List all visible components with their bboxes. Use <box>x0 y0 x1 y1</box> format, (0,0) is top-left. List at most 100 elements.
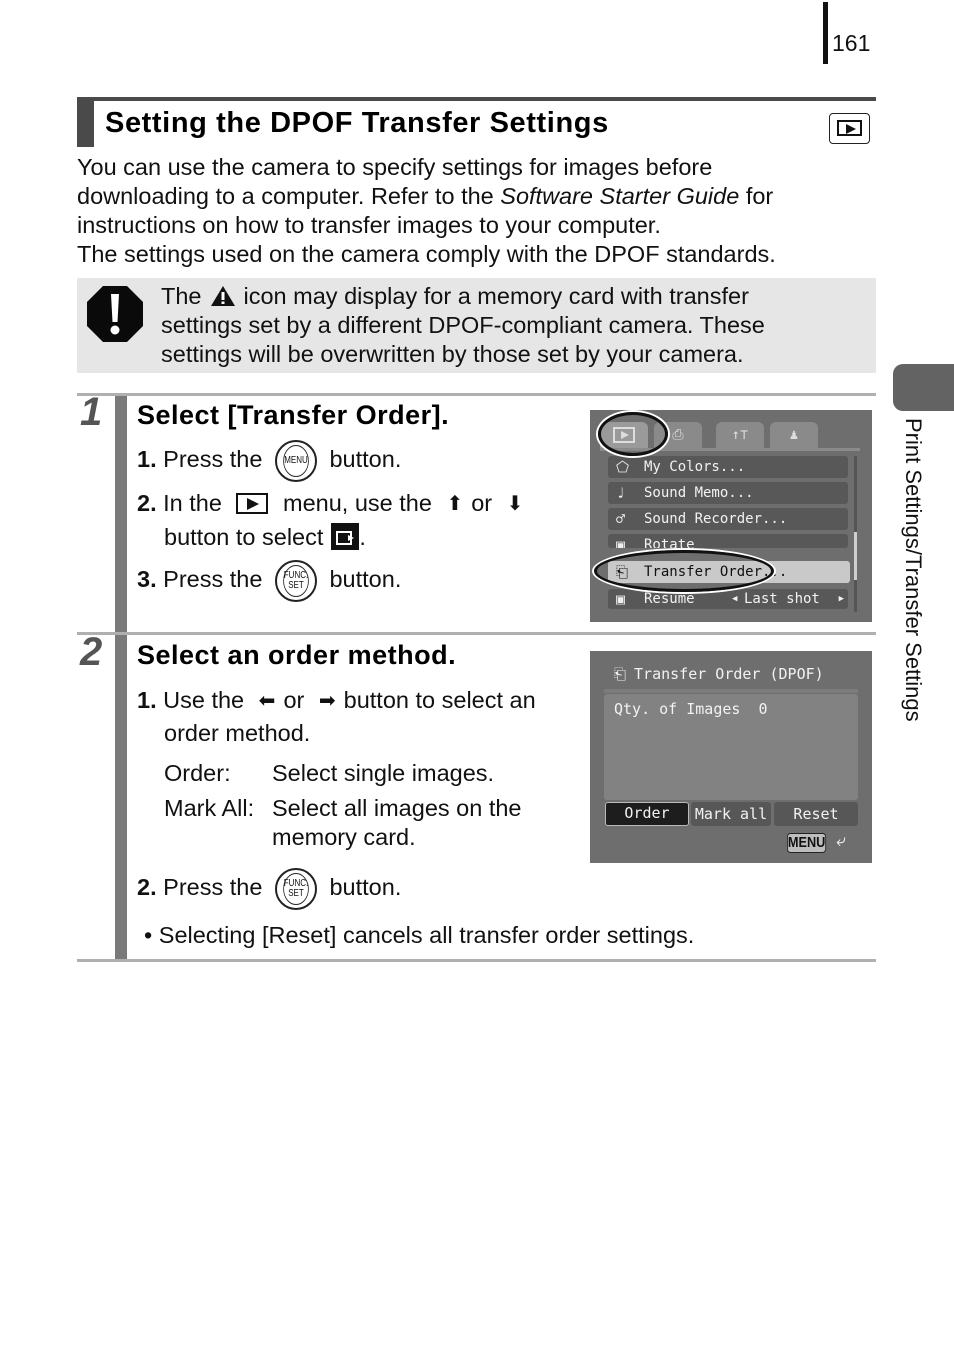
caution-text-part: The <box>161 283 202 309</box>
step-divider <box>77 632 876 635</box>
caution-line: settings will be overwritten by those se… <box>161 341 744 367</box>
instruction-number: 2. <box>137 490 157 516</box>
instruction-text: or <box>283 687 305 713</box>
return-icon: ⤶ <box>836 831 846 851</box>
instruction-line: 2. In the menu, use the ⬆ or ⬇ <box>137 488 531 519</box>
intro-text: downloading to a computer. Refer to the <box>77 183 501 209</box>
instruction-number: 1. <box>137 446 157 473</box>
qty-readout: Qty. of Images 0 <box>614 700 768 718</box>
instruction-text: Use the <box>163 687 245 713</box>
definition-order: Order: Select single images. <box>164 758 494 788</box>
right-arrow-icon: ➡ <box>318 690 336 712</box>
section-header: Setting the DPOF Transfer Settings <box>77 97 876 147</box>
definition-term: Mark All: <box>164 795 255 821</box>
page-title: Setting the DPOF Transfer Settings <box>105 107 609 139</box>
caution-text-part: icon may display for a memory card with … <box>243 283 749 309</box>
instruction-line: button to select. <box>164 522 366 552</box>
instruction-text: In the <box>163 490 222 516</box>
instruction-line: 1. Press the MENU button. <box>137 440 401 482</box>
instruction-line: 2. Press the FUNC. SET button. <box>137 868 401 910</box>
menu-item-label: Rotate <box>644 537 695 548</box>
playback-menu-icon <box>236 493 269 514</box>
transfer-order-icon <box>331 523 360 550</box>
menu-button-icon: MENU <box>274 440 317 482</box>
menu-item-resume[interactable]: ▣ Resume ◀ Last shot ▶ <box>608 589 848 609</box>
my-camera-icon: ♟ <box>789 427 799 443</box>
instruction-line: order method. <box>164 720 311 746</box>
reset-button[interactable]: Reset <box>774 802 858 826</box>
camera-screen-transfer-order: ⎗ Transfer Order (DPOF) Qty. of Images 0 … <box>590 651 872 863</box>
bullet-icon: • <box>144 922 153 948</box>
intro-line: downloading to a computer. Refer to the … <box>77 182 867 211</box>
instruction-line: 1. Use the ⬅ or ➡ button to select an <box>137 685 536 716</box>
definition-desc-continued: memory card. <box>272 824 416 850</box>
instruction-text: button to select an <box>343 687 536 713</box>
caution-text: The icon may display for a memory card wi… <box>161 282 861 369</box>
caution-line: The icon may display for a memory card wi… <box>161 282 861 311</box>
sound-memo-icon: ♩ <box>616 484 626 502</box>
info-panel: Qty. of Images 0 <box>604 694 858 800</box>
set-label: SET <box>288 580 304 591</box>
scrollbar-thumb[interactable] <box>854 532 857 580</box>
definition-desc: Select all images on the <box>272 795 522 821</box>
menu-item-my-colors[interactable]: ⬠ My Colors... <box>608 456 848 478</box>
menu-key-icon[interactable]: MENU <box>787 833 827 853</box>
down-arrow-icon: ⬇ <box>506 493 524 515</box>
right-arrow-icon[interactable]: ▶ <box>839 589 844 609</box>
caution-octagon-icon <box>87 286 143 342</box>
instruction-text: . <box>359 524 366 550</box>
definition-mark-all: Mark All: Select all images on the <box>164 793 522 823</box>
step-divider <box>77 393 876 396</box>
my-colors-icon: ⬠ <box>616 458 630 476</box>
step-number: 1 <box>80 390 103 434</box>
instruction-text: Press the <box>163 566 263 593</box>
mark-all-button[interactable]: Mark all <box>691 802 771 826</box>
instruction-text: button. <box>329 446 402 473</box>
menu-button-label: MENU <box>283 445 309 477</box>
caution-line: settings set by a different DPOF-complia… <box>161 312 765 338</box>
warning-triangle-icon <box>210 286 235 306</box>
instruction-text: menu, use the <box>283 490 432 516</box>
my-camera-tab[interactable]: ♟ <box>770 422 818 448</box>
menu-item-rotate[interactable]: ▣ Rotate <box>608 534 848 548</box>
setup-tab[interactable]: ↑⊤ <box>716 422 764 448</box>
camera-screen-playback-menu: ⎙ ↑⊤ ♟ ⬠ My Colors... ♩ Sound Memo... ♂ Sou… <box>590 410 872 622</box>
playback-mode-icon <box>829 113 870 144</box>
step-title: Select [Transfer Order]. <box>137 400 450 430</box>
highlight-circle-playback-tab <box>598 412 668 456</box>
step-title: Select an order method. <box>137 640 457 670</box>
chapter-tab <box>893 364 954 411</box>
menu-item-label: My Colors... <box>644 459 746 475</box>
transfer-order-icon: ⎗ <box>614 665 627 683</box>
instruction-number: 1. <box>137 687 157 713</box>
screen-title-text: Transfer Order (DPOF) <box>634 665 824 683</box>
intro-line: instructions on how to transfer images t… <box>77 212 661 238</box>
screen-title: ⎗ Transfer Order (DPOF) <box>614 665 824 683</box>
qty-label: Qty. of Images <box>614 700 741 718</box>
rotate-icon: ▣ <box>616 536 626 548</box>
definition-desc: Select single images. <box>272 760 495 786</box>
func-set-button-icon: FUNC. SET <box>274 868 317 910</box>
step-bar <box>115 396 127 632</box>
menu-item-label: Sound Memo... <box>644 485 754 501</box>
definition-term: Order: <box>164 760 231 786</box>
func-set-button-label: FUNC. SET <box>283 565 309 597</box>
highlight-circle-transfer-order <box>594 550 774 592</box>
order-button[interactable]: Order <box>605 802 689 826</box>
instruction-text: button to select <box>164 524 324 550</box>
menu-item-label: Resume <box>644 591 695 607</box>
up-arrow-icon: ⬆ <box>446 493 464 515</box>
page-number: 161 <box>832 30 871 56</box>
screen-title-rule <box>604 689 858 693</box>
setup-icon: ↑⊤ <box>731 427 749 443</box>
instruction-text: or <box>471 490 493 516</box>
set-label: SET <box>288 888 304 899</box>
instruction-number: 3. <box>137 566 157 593</box>
qty-value: 0 <box>758 700 768 718</box>
left-arrow-icon: ⬅ <box>258 690 276 712</box>
bullet-note: • Selecting [Reset] cancels all transfer… <box>144 920 694 950</box>
menu-item-sound-recorder[interactable]: ♂ Sound Recorder... <box>608 508 848 530</box>
left-arrow-icon[interactable]: ◀ <box>732 589 737 609</box>
chapter-label: Print Settings/Transfer Settings <box>901 418 926 722</box>
menu-item-sound-memo[interactable]: ♩ Sound Memo... <box>608 482 848 504</box>
